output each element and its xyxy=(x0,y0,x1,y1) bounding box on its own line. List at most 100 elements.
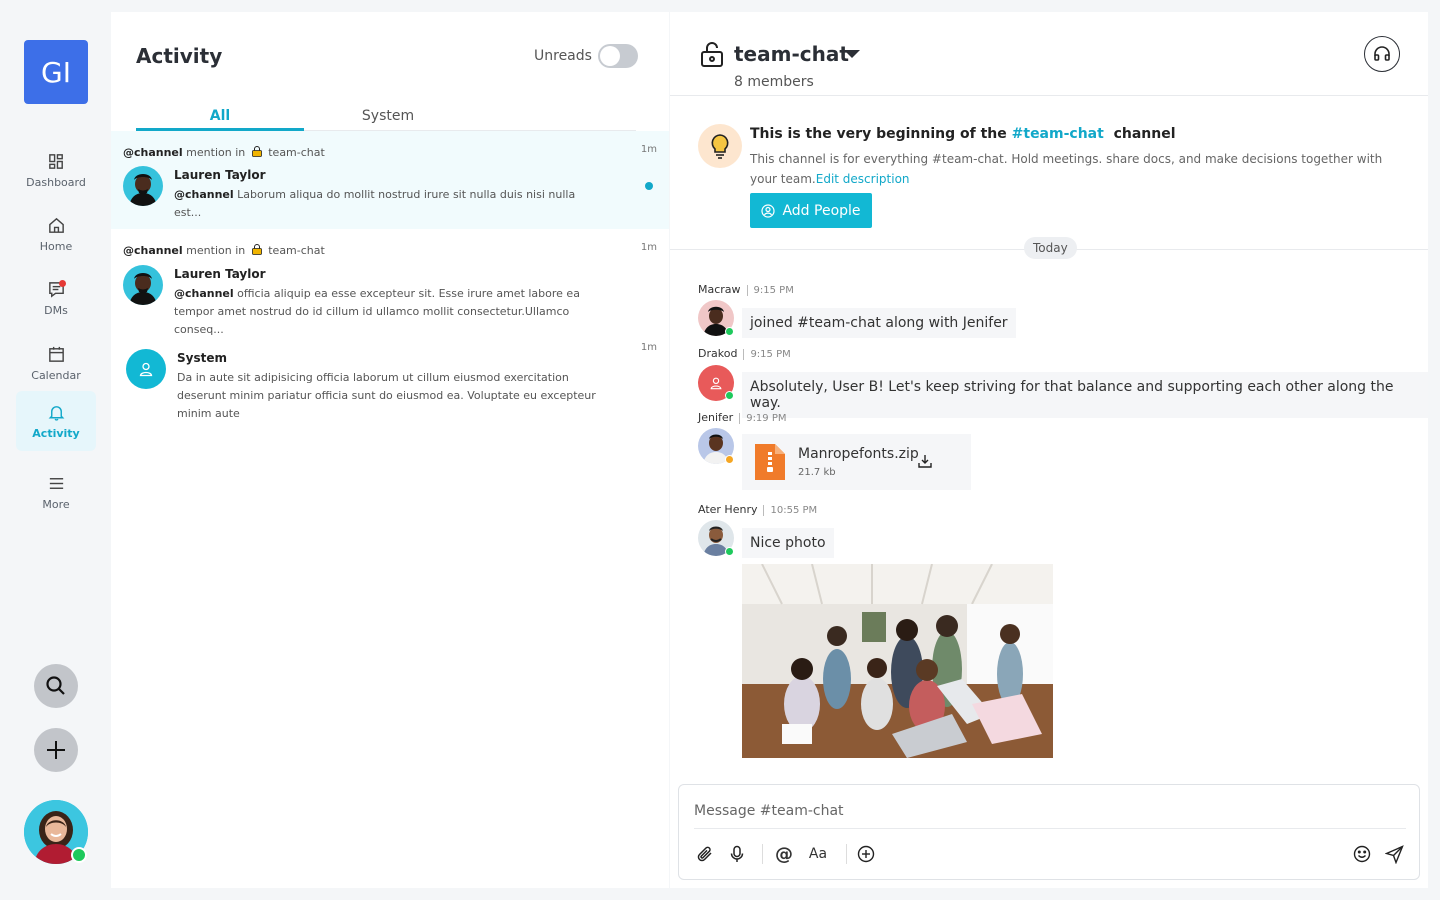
message-header: Jenifer 9:19 PM xyxy=(698,411,787,424)
message-author[interactable]: Ater Henry xyxy=(698,503,757,516)
toolbar-separator xyxy=(846,844,847,864)
download-icon[interactable] xyxy=(918,454,932,468)
bell-icon xyxy=(48,405,64,421)
intro-prefix: This is the very beginning of the xyxy=(750,126,1007,142)
header-divider xyxy=(670,95,1428,96)
message-author[interactable]: Drakod xyxy=(698,347,737,360)
add-people-button[interactable]: Add People xyxy=(750,193,872,228)
nav-item-activity[interactable]: Activity xyxy=(16,391,96,451)
chevron-down-icon[interactable] xyxy=(844,50,860,58)
toggle-knob xyxy=(600,46,620,66)
avatar xyxy=(123,265,163,305)
mention-tag: @channel xyxy=(123,146,183,159)
activity-preview: @channel officia aliquip ea esse excepte… xyxy=(174,285,604,339)
unreads-toggle[interactable] xyxy=(598,44,638,68)
nav-label-home: Home xyxy=(39,239,73,253)
user-icon xyxy=(710,377,722,390)
message-author[interactable]: Jenifer xyxy=(698,411,733,424)
emoji-button[interactable] xyxy=(1351,843,1373,865)
nav-item-home[interactable]: Home xyxy=(16,204,96,264)
nav-item-dashboard[interactable]: Dashboard xyxy=(16,140,96,200)
channel-title[interactable]: team-chat xyxy=(734,42,849,66)
intro-channel: #team-chat xyxy=(1011,126,1104,142)
menu-icon xyxy=(49,477,63,489)
tab-all[interactable]: All xyxy=(136,108,304,124)
plus-icon xyxy=(47,741,65,759)
attach-button[interactable] xyxy=(694,843,716,865)
activity-panel: Activity Unreads All System @channel men… xyxy=(111,12,669,888)
create-button[interactable] xyxy=(34,728,78,772)
activity-author: Lauren Taylor xyxy=(174,267,266,281)
search-button[interactable] xyxy=(34,664,78,708)
plus-circle-icon xyxy=(857,845,875,863)
add-people-label: Add People xyxy=(782,202,861,219)
workspace-initials: GI xyxy=(41,55,71,89)
lock-open-icon xyxy=(701,42,723,67)
nav-item-calendar[interactable]: Calendar xyxy=(16,333,96,393)
intro-description: This channel is for everything #team-cha… xyxy=(750,149,1390,189)
preview-text: officia aliquip ea esse excepteur sit. E… xyxy=(174,287,580,336)
send-button[interactable] xyxy=(1383,843,1405,865)
member-count[interactable]: 8 members xyxy=(734,74,814,90)
file-name: Manropefonts.zip xyxy=(798,446,919,462)
channel-name: team-chat xyxy=(268,244,325,257)
shared-photo[interactable] xyxy=(742,564,1053,758)
calendar-icon xyxy=(48,346,64,362)
online-status xyxy=(725,391,734,400)
message-time: 10:55 PM xyxy=(763,505,818,516)
activity-item[interactable]: @channel mention in team-chat 1m Lauren … xyxy=(111,229,669,336)
headset-icon xyxy=(1374,46,1390,61)
chat-panel: team-chat 8 members This is the very beg… xyxy=(670,12,1428,888)
microphone-icon xyxy=(730,845,744,862)
home-icon xyxy=(48,217,64,233)
mention-button[interactable]: @ xyxy=(773,843,795,865)
bulb-badge xyxy=(698,124,742,168)
message-input[interactable] xyxy=(694,799,1394,823)
nav-label-calendar: Calendar xyxy=(31,368,81,382)
mention-tag: @channel xyxy=(174,188,234,201)
mention-tag: @channel xyxy=(123,244,183,257)
toolbar-separator xyxy=(762,844,763,864)
activity-item[interactable]: 1m System Da in aute sit adipisicing off… xyxy=(111,332,669,420)
paperclip-icon xyxy=(697,846,712,862)
avatar-portrait xyxy=(123,265,163,305)
message-header: Drakod 9:15 PM xyxy=(698,347,791,360)
composer-divider xyxy=(694,828,1406,829)
lightbulb-icon xyxy=(711,134,729,159)
unread-dot xyxy=(645,182,653,190)
activity-preview: @channel Laborum aliqua do mollit nostru… xyxy=(174,186,604,222)
avatar xyxy=(123,166,163,206)
online-status xyxy=(71,847,87,863)
message-text: Nice photo xyxy=(742,528,834,558)
nav-item-dms[interactable]: DMs xyxy=(16,268,96,328)
tab-system[interactable]: System xyxy=(304,108,472,124)
nav-item-more[interactable]: More xyxy=(16,462,96,522)
edit-description-link[interactable]: Edit description xyxy=(816,172,910,186)
avatar-portrait xyxy=(123,166,163,206)
activity-time: 1m xyxy=(640,342,657,353)
mention-text: mention in xyxy=(186,244,246,257)
activity-meta: @channel mention in team-chat xyxy=(123,146,325,159)
activity-title: Activity xyxy=(136,44,223,68)
workspace-logo[interactable]: GI xyxy=(24,40,88,104)
add-user-icon xyxy=(761,203,776,218)
file-attachment[interactable]: Manropefonts.zip 21.7 kb xyxy=(742,434,971,490)
day-label: Today xyxy=(1024,237,1077,259)
message-text: joined #team-chat along with Jenifer xyxy=(742,308,1016,338)
more-actions-button[interactable] xyxy=(855,843,877,865)
nav-label-dashboard: Dashboard xyxy=(26,175,86,189)
voice-button[interactable] xyxy=(726,843,748,865)
team-photo xyxy=(742,564,1053,758)
message-time: 9:15 PM xyxy=(746,285,794,296)
nav-label-activity: Activity xyxy=(32,426,80,440)
unread-badge xyxy=(59,280,66,287)
activity-preview: Da in aute sit adipisicing officia labor… xyxy=(177,371,596,420)
format-button[interactable]: Aa xyxy=(804,843,832,865)
intro-title: This is the very beginning of the #team-… xyxy=(750,126,1176,142)
message-time: 9:19 PM xyxy=(739,413,787,424)
message-composer: @ Aa xyxy=(678,784,1420,880)
message-author[interactable]: Macraw xyxy=(698,283,741,296)
online-status xyxy=(725,327,734,336)
activity-item[interactable]: @channel mention in team-chat 1m Lauren … xyxy=(111,131,669,229)
huddle-button[interactable] xyxy=(1364,36,1400,72)
